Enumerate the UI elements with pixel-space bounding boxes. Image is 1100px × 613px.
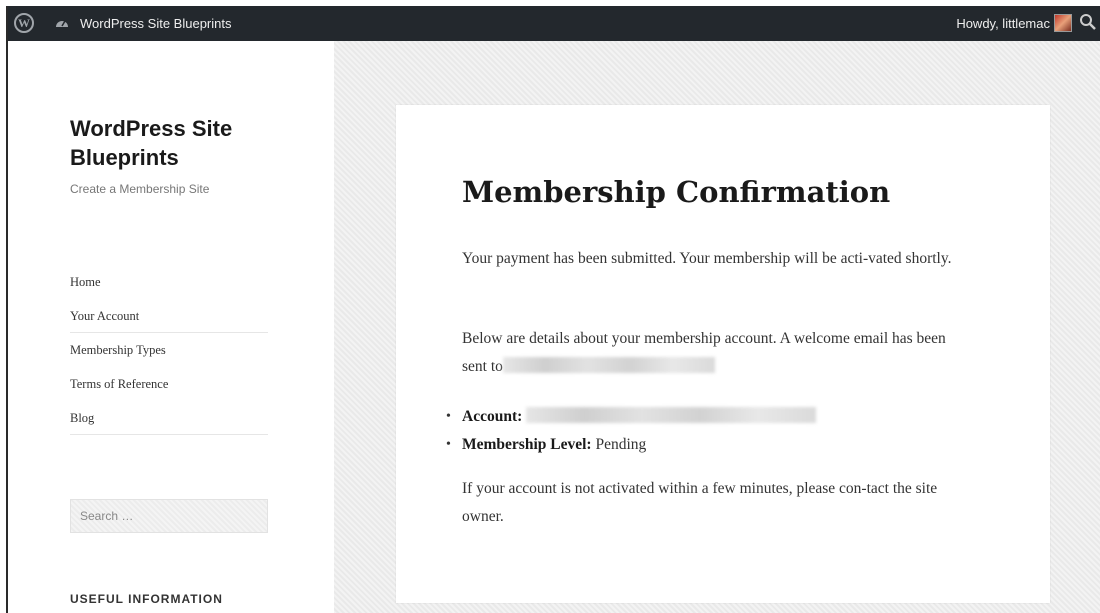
nav-item-membership-types[interactable]: Membership Types <box>70 333 268 367</box>
content-card: Membership Confirmation Your payment has… <box>396 105 1050 603</box>
account-label: Account: <box>462 408 523 425</box>
bullet-icon: • <box>446 437 451 452</box>
search-icon[interactable] <box>1078 12 1098 32</box>
bullet-icon: • <box>446 409 451 424</box>
site-title[interactable]: WordPress Site Blueprints <box>70 114 300 172</box>
admin-bar: W WordPress Site Blueprints Howdy, littl… <box>8 6 1100 41</box>
admin-bar-howdy[interactable]: Howdy, littlemac <box>956 16 1050 31</box>
details-message: Below are details about your membership … <box>462 325 972 381</box>
list-item: • Account: <box>446 403 972 431</box>
dashboard-icon[interactable] <box>54 15 70 31</box>
nav-item-terms-of-reference[interactable]: Terms of Reference <box>70 367 268 401</box>
membership-level-label: Membership Level: <box>462 436 592 453</box>
nav-item-your-account[interactable]: Your Account <box>70 299 268 333</box>
redacted-email <box>502 357 715 373</box>
list-item: • Membership Level: Pending <box>446 431 972 459</box>
browser-frame: W WordPress Site Blueprints Howdy, littl… <box>6 6 1100 613</box>
avatar[interactable] <box>1054 14 1072 32</box>
page-title: Membership Confirmation <box>462 175 891 209</box>
main-content-area: Membership Confirmation Your payment has… <box>334 41 1100 613</box>
main-navigation: Home Your Account Membership Types Terms… <box>70 265 268 435</box>
nav-item-home[interactable]: Home <box>70 265 268 299</box>
sidebar: WordPress Site Blueprints Create a Membe… <box>8 41 334 613</box>
nav-item-blog[interactable]: Blog <box>70 401 268 435</box>
site-description: Create a Membership Site <box>70 182 210 196</box>
activation-note: If your account is not activated within … <box>462 480 938 525</box>
widget-title: USEFUL INFORMATION <box>70 592 223 606</box>
admin-bar-site-name[interactable]: WordPress Site Blueprints <box>80 16 232 31</box>
account-details-list: • Account: • Membership Level: Pending <box>446 403 972 459</box>
wordpress-logo-icon[interactable]: W <box>14 13 34 33</box>
redacted-account <box>526 407 817 423</box>
gauge-icon <box>56 20 68 27</box>
payment-message: Your payment has been submitted. Your me… <box>462 250 952 267</box>
membership-level-value: Pending <box>595 436 647 453</box>
sidebar-search-input[interactable]: Search … <box>70 499 268 533</box>
